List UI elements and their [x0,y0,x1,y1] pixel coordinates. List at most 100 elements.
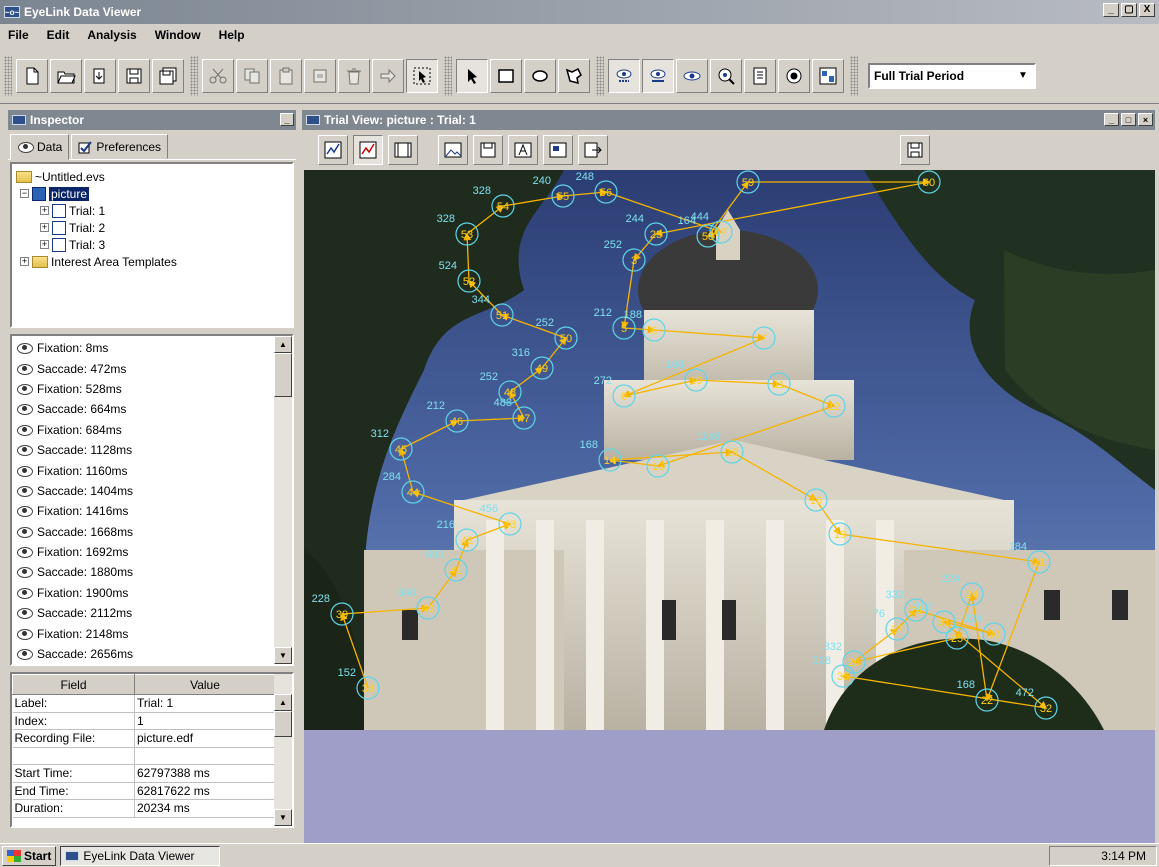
column-value[interactable]: Value [134,674,276,695]
tree-trial-2[interactable]: + Trial: 2 [16,219,288,236]
gaze-overlay[interactable]: 3815239228403404169242216 434564428445312… [304,170,1155,730]
grid-button[interactable] [812,58,844,93]
report-button[interactable] [744,58,776,93]
fixation-display-button[interactable] [608,58,640,93]
table-row[interactable]: Recording File: picture.edf [12,729,276,748]
select-area-button[interactable] [406,58,438,93]
trial-view-close-button[interactable]: × [1138,113,1153,126]
list-item[interactable]: Fixation: 2148ms [12,623,274,643]
target-button[interactable] [778,58,810,93]
spatial-overlay-button[interactable] [353,135,383,165]
toolbar-grip[interactable] [596,55,604,96]
save-view-button[interactable] [900,135,930,165]
maximize-button[interactable]: ▢ [1121,3,1137,17]
toolbar-grip[interactable] [4,55,12,96]
start-button[interactable]: Start [2,845,57,866]
table-row[interactable]: End Time: 62817622 ms [12,782,276,800]
save-image-button[interactable] [473,135,503,165]
chevron-down-icon[interactable]: ▼ [1016,69,1030,83]
scroll-down-icon[interactable]: ▼ [274,647,292,664]
expand-icon[interactable]: + [40,206,49,215]
paste-button[interactable] [270,58,302,93]
list-item[interactable]: Saccade: 1668ms [12,522,274,542]
copy-button[interactable] [236,58,268,93]
expand-icon[interactable]: + [20,257,29,266]
expand-icon[interactable]: + [40,223,49,232]
list-item[interactable]: Saccade: 664ms [12,399,274,419]
rectangle-tool-button[interactable] [490,58,522,93]
menu-analysis[interactable]: Analysis [85,27,138,43]
inspector-minimize-button[interactable]: _ [280,113,294,126]
open-button[interactable] [50,58,82,93]
table-row[interactable]: Label: Trial: 1 [12,694,276,713]
trial-stage[interactable]: 38 152 39 228 40 340 41 692 42 216 43 456 44 284 45 312… [304,170,1155,730]
blink-display-button[interactable] [676,58,708,93]
cut-button[interactable] [202,58,234,93]
table-row[interactable]: Duration: 20234 ms [12,799,276,818]
tab-data[interactable]: Data [10,134,70,160]
scroll-down-icon[interactable]: ▼ [274,809,292,826]
freehand-tool-button[interactable] [558,58,590,93]
saccade-display-button[interactable] [642,58,674,93]
list-item[interactable]: Saccade: 2112ms [12,603,274,623]
table-row[interactable] [12,747,276,765]
collapse-icon[interactable]: − [20,189,29,198]
tree-interest-templates[interactable]: + Interest Area Templates [16,253,288,270]
export-button[interactable] [578,135,608,165]
scroll-thumb[interactable] [274,711,292,737]
new-button[interactable] [16,58,48,93]
list-item[interactable]: Fixation: 1416ms [12,501,274,521]
import-button[interactable] [84,58,116,93]
trial-view-maximize-button[interactable]: □ [1121,113,1136,126]
toolbar-grip[interactable] [444,55,452,96]
event-list-scrollbar[interactable]: ▲ ▼ [274,336,292,664]
ellipse-tool-button[interactable] [524,58,556,93]
tab-preferences[interactable]: Preferences [71,134,169,159]
scroll-up-icon[interactable]: ▲ [274,694,292,711]
menu-edit[interactable]: Edit [45,27,72,43]
list-item[interactable]: Fixation: 1692ms [12,542,274,562]
tree-session-label[interactable]: picture [49,186,90,201]
minimize-button[interactable]: _ [1103,3,1119,17]
menu-file[interactable]: File [6,27,31,43]
column-field[interactable]: Field [12,674,135,695]
save-all-button[interactable] [152,58,184,93]
temporal-graph-button[interactable] [318,135,348,165]
menu-help[interactable]: Help [217,27,247,43]
list-item[interactable]: Fixation: 1900ms [12,583,274,603]
properties-scrollbar[interactable]: ▲ ▼ [274,674,292,826]
list-item[interactable]: Saccade: 472ms [12,358,274,378]
list-item[interactable]: Saccade: 1128ms [12,440,274,460]
background-image-button[interactable] [438,135,468,165]
text-overlay-button[interactable] [508,135,538,165]
move-button[interactable] [372,58,404,93]
list-item[interactable]: Saccade: 1404ms [12,481,274,501]
interest-area-button[interactable] [543,135,573,165]
tree-trial-3[interactable]: + Trial: 3 [16,236,288,253]
trial-period-select[interactable]: Full Trial Period ▼ [868,62,1036,89]
toolbar-grip[interactable] [190,55,198,96]
message-display-button[interactable] [710,58,742,93]
delete-button[interactable] [338,58,370,93]
tree-session[interactable]: − picture [16,185,288,202]
table-row[interactable]: Index: 1 [12,712,276,730]
pointer-tool-button[interactable] [456,58,488,93]
save-button[interactable] [118,58,150,93]
list-item[interactable]: Fixation: 1160ms [12,460,274,480]
list-item[interactable]: Saccade: 1880ms [12,562,274,582]
list-item[interactable]: Fixation: 684ms [12,420,274,440]
close-button[interactable]: X [1139,3,1155,17]
taskbar-item-eyelink[interactable]: EyeLink Data Viewer [60,845,221,866]
table-row[interactable]: Start Time: 62797388 ms [12,764,276,783]
expand-icon[interactable]: + [40,240,49,249]
menu-window[interactable]: Window [153,27,203,43]
scroll-thumb[interactable] [274,353,292,397]
tree-trial-1[interactable]: + Trial: 1 [16,202,288,219]
list-item[interactable]: Fixation: 8ms [12,338,274,358]
list-item[interactable]: Fixation: 528ms [12,379,274,399]
tree-root[interactable]: ~Untitled.evs [16,168,288,185]
scroll-up-icon[interactable]: ▲ [274,336,292,353]
list-item[interactable]: Saccade: 2656ms [12,644,274,664]
trial-view-minimize-button[interactable]: _ [1104,113,1119,126]
toolbar-grip[interactable] [850,55,858,96]
